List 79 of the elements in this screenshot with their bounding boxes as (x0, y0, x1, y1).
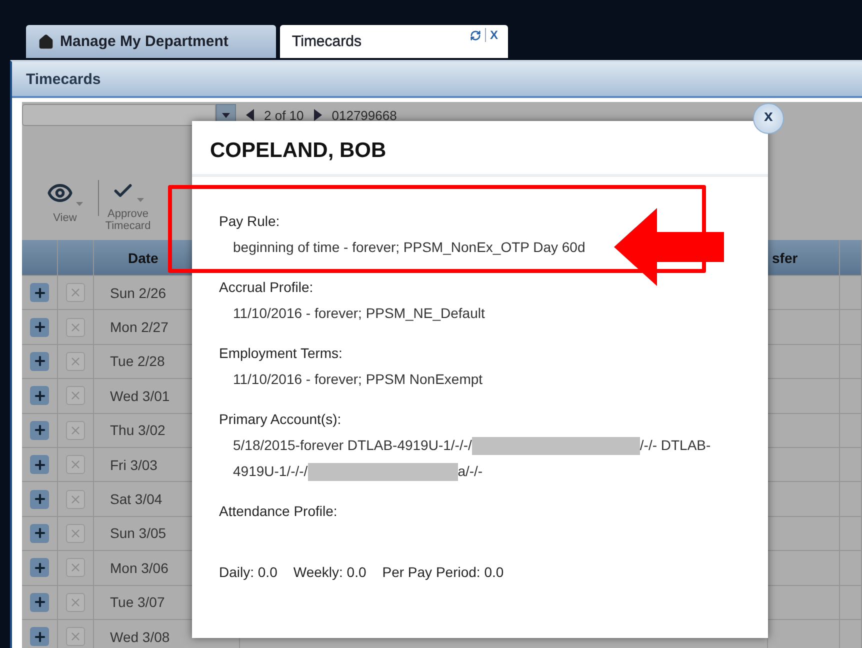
plus-icon (32, 492, 46, 506)
total-text: Daily: 0.0 (219, 564, 278, 580)
tab[interactable]: Manage My Department (26, 25, 276, 58)
arrow-icon (614, 208, 724, 286)
close-icon (69, 596, 82, 609)
date-cell: Tue 3/07 (110, 594, 165, 610)
close-icon (69, 424, 82, 437)
close-icon (69, 354, 82, 368)
tab[interactable]: Timecards X (280, 25, 508, 58)
panel-title: Timecards (12, 62, 862, 98)
field-label: Attendance Profile: (219, 502, 338, 521)
date-cell: Mon 3/06 (110, 560, 168, 576)
column-header[interactable]: sfer (772, 250, 798, 266)
date-cell: Mon 2/27 (110, 319, 168, 336)
close-icon (69, 458, 82, 472)
field-value: 11/10/2016 - forever; PPSM_NE_Default (232, 304, 486, 323)
plus-icon (32, 526, 46, 540)
triangle-left-icon (246, 109, 254, 121)
field-value: beginning of time - forever; PPSM_NonEx_OTP Day 60d (232, 238, 586, 257)
caret-icon (222, 112, 230, 118)
date-cell: Fri 3/03 (110, 456, 158, 473)
add-button[interactable] (30, 592, 49, 612)
date-cell: Wed 3/08 (110, 628, 170, 645)
plus-icon (32, 423, 46, 438)
plus-icon (32, 354, 46, 368)
next-button[interactable] (314, 109, 322, 121)
date-cell: Wed 3/01 (110, 388, 170, 404)
close-icon (69, 286, 82, 300)
add-button[interactable] (30, 386, 49, 406)
date-cell: Sat 3/04 (110, 491, 162, 508)
date-cell: Sun 2/26 (110, 284, 166, 301)
plus-icon (32, 286, 46, 300)
total-text: Per Pay Period: 0.0 (382, 564, 504, 580)
home-icon (38, 34, 54, 50)
close-icon (69, 320, 82, 334)
field-value: 5/18/2015-forever DTLAB-4919U-1/-/-/ /-/- DTLAB- (219, 432, 741, 458)
close-tab-button[interactable]: X (484, 28, 498, 42)
toolbar-button[interactable]: Approve Timecard (99, 180, 157, 232)
field-value: 4919U-1/-/-/ a/-/- (219, 458, 741, 484)
add-button[interactable] (30, 352, 49, 371)
field-value: 11/10/2016 - forever; PPSM NonExempt (232, 370, 484, 389)
total-text: Weekly: 0.0 (293, 564, 366, 580)
add-button[interactable] (30, 558, 49, 578)
field-label: Primary Account(s): (219, 410, 342, 429)
add-button[interactable] (30, 283, 49, 302)
select-field[interactable] (22, 104, 216, 126)
plus-icon (32, 560, 46, 575)
dialog-title: COPELAND, BOB (192, 121, 768, 177)
close-icon (69, 492, 82, 506)
date-cell: Thu 3/02 (110, 422, 166, 438)
plus-icon (32, 388, 46, 403)
field-label: Employment Terms: (219, 344, 342, 363)
add-button[interactable] (30, 318, 49, 337)
refresh-icon[interactable] (470, 30, 481, 40)
add-button[interactable] (30, 524, 49, 543)
field-label: Pay Rule: (219, 212, 280, 231)
date-cell: Tue 2/28 (110, 353, 165, 370)
plus-icon (32, 630, 46, 644)
column-header[interactable]: Date (128, 250, 158, 266)
close-icon (69, 561, 82, 574)
field-label: Accrual Profile: (219, 278, 314, 297)
close-icon (69, 630, 82, 644)
employee-id: 012799668 (332, 108, 397, 122)
add-button[interactable] (30, 455, 49, 474)
caret-icon (137, 198, 144, 202)
add-button[interactable] (30, 420, 49, 440)
caret-icon (76, 202, 83, 206)
plus-icon (32, 595, 46, 610)
add-button[interactable] (30, 627, 49, 646)
page-position: 2 of 10 (264, 108, 304, 122)
close-icon (69, 389, 82, 402)
toolbar-button[interactable]: View (36, 180, 94, 224)
triangle-right-icon (314, 109, 322, 121)
plus-icon (32, 458, 46, 472)
close-icon (69, 526, 82, 540)
date-cell: Sun 3/05 (110, 525, 166, 542)
previous-button[interactable] (246, 109, 254, 121)
plus-icon (32, 320, 46, 334)
add-button[interactable] (30, 490, 49, 509)
